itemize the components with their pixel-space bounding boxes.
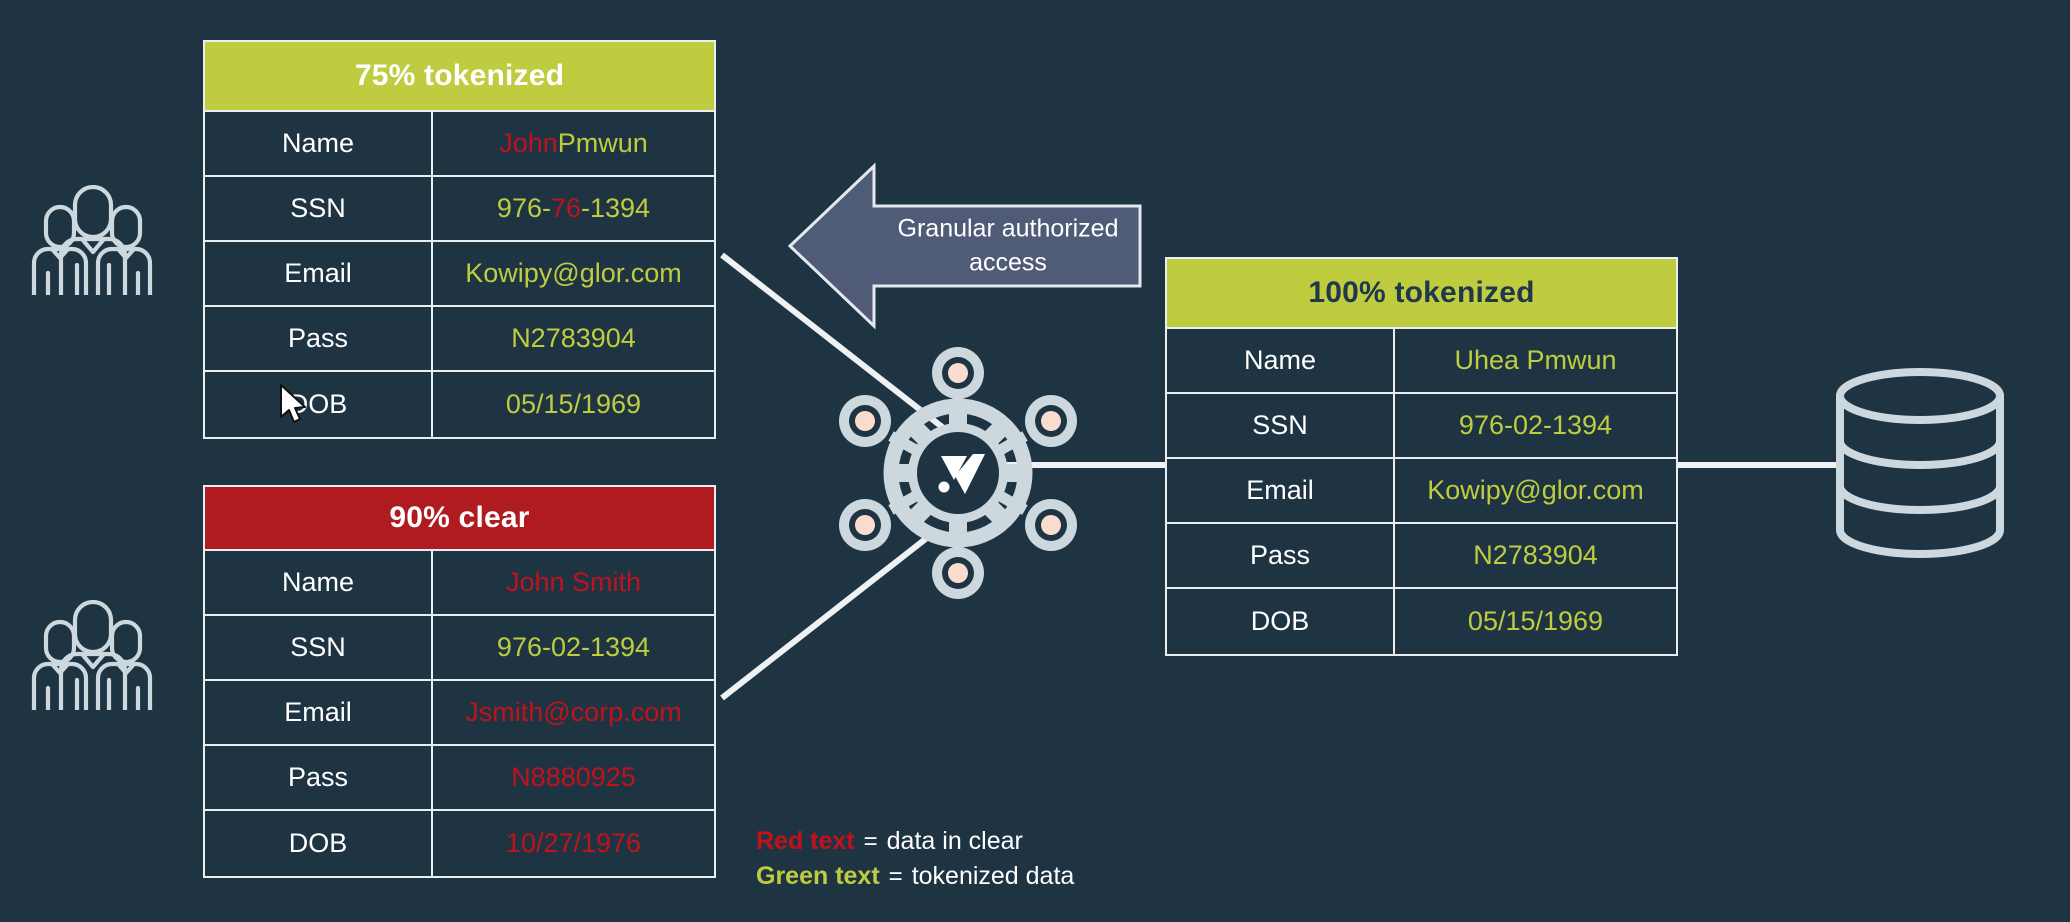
granular-access-arrow-text: Granular authorized access bbox=[786, 212, 1144, 280]
value-segment: Pmwun bbox=[557, 128, 648, 158]
granular-access-arrow-banner: Granular authorized access bbox=[786, 158, 1144, 334]
table-75-tokenized-body: Name John Pmwun SSN 976- 76 -1394 Email Ko… bbox=[203, 112, 716, 439]
table-row: Email Kowipy@glor.com bbox=[1167, 459, 1676, 524]
row-label: Name bbox=[1167, 329, 1395, 392]
connector-right-table-to-database bbox=[1678, 462, 1838, 468]
row-label: DOB bbox=[1167, 589, 1395, 654]
legend-equals: = bbox=[888, 863, 903, 890]
table-row: Email Jsmith@corp.com bbox=[205, 681, 714, 746]
table-100-tokenized-body: Name Uhea Pmwun SSN 976-02-1394 Email Ko… bbox=[1165, 329, 1678, 656]
legend-key-red: Red text bbox=[756, 827, 855, 855]
row-value: John Smith bbox=[505, 567, 642, 597]
table-row: Name John Smith bbox=[205, 551, 714, 616]
row-label: Name bbox=[205, 112, 433, 175]
row-label: DOB bbox=[205, 811, 433, 876]
row-value: N8880925 bbox=[511, 762, 636, 792]
row-value: 05/15/1969 bbox=[1467, 606, 1604, 636]
row-value: 05/15/1969 bbox=[505, 389, 642, 419]
table-row: DOB 05/15/1969 bbox=[1167, 589, 1676, 654]
table-90-clear-body: Name John Smith SSN 976-02-1394 Email Js… bbox=[203, 551, 716, 878]
table-row: Pass N2783904 bbox=[205, 307, 714, 372]
tokenization-hub-icon bbox=[813, 328, 1103, 618]
row-value: John Pmwun bbox=[433, 112, 714, 175]
color-legend: Red text = data in clear Green text = to… bbox=[756, 827, 1074, 897]
legend-desc-red: data in clear bbox=[886, 827, 1023, 855]
table-row: SSN 976- 76 -1394 bbox=[205, 177, 714, 242]
table-row: Pass N2783904 bbox=[1167, 524, 1676, 589]
table-row: SSN 976-02-1394 bbox=[205, 616, 714, 681]
row-value: N2783904 bbox=[511, 323, 636, 353]
value-segment: -1394 bbox=[581, 193, 651, 223]
table-100-tokenized: 100% tokenized Name Uhea Pmwun SSN 976-0… bbox=[1165, 257, 1678, 656]
diagram-canvas: 75% tokenized Name John Pmwun SSN 976- 76… bbox=[0, 0, 2070, 922]
value-segment: 976- bbox=[496, 193, 551, 223]
table-row: Email Kowipy@glor.com bbox=[205, 242, 714, 307]
people-group-icon-top bbox=[28, 184, 158, 298]
table-row: Pass N8880925 bbox=[205, 746, 714, 811]
row-label: SSN bbox=[205, 616, 433, 679]
row-value: Kowipy@glor.com bbox=[1427, 475, 1644, 505]
row-value: N2783904 bbox=[1473, 540, 1598, 570]
row-label: Email bbox=[205, 681, 433, 744]
row-value: 976- 76 -1394 bbox=[433, 177, 714, 240]
row-value: 976-02-1394 bbox=[1458, 410, 1613, 440]
legend-desc-green: tokenized data bbox=[911, 862, 1075, 890]
row-label: SSN bbox=[205, 177, 433, 240]
table-row: SSN 976-02-1394 bbox=[1167, 394, 1676, 459]
row-label: Name bbox=[205, 551, 433, 614]
table-75-tokenized: 75% tokenized Name John Pmwun SSN 976- 76… bbox=[203, 40, 716, 439]
table-row: Name John Pmwun bbox=[205, 112, 714, 177]
table-75-tokenized-header: 75% tokenized bbox=[203, 40, 716, 112]
database-cylinder-icon bbox=[1833, 368, 2008, 558]
row-label: DOB bbox=[205, 372, 433, 437]
people-group-icon-bottom bbox=[28, 599, 158, 713]
legend-key-green: Green text bbox=[756, 862, 880, 890]
table-100-tokenized-header: 100% tokenized bbox=[1165, 257, 1678, 329]
row-label: Email bbox=[1167, 459, 1395, 522]
row-value: 976-02-1394 bbox=[496, 632, 651, 662]
value-segment: John bbox=[499, 128, 558, 158]
row-value: Jsmith@corp.com bbox=[465, 697, 682, 727]
row-value: Uhea Pmwun bbox=[1454, 345, 1617, 375]
row-label: Pass bbox=[205, 307, 433, 370]
row-value: 10/27/1976 bbox=[505, 828, 642, 858]
row-label: Pass bbox=[1167, 524, 1395, 587]
legend-equals: = bbox=[863, 828, 878, 855]
table-90-clear-header: 90% clear bbox=[203, 485, 716, 551]
row-label: SSN bbox=[1167, 394, 1395, 457]
arrow-line-1: Granular authorized bbox=[897, 214, 1119, 243]
legend-row-red: Red text = data in clear bbox=[756, 827, 1074, 856]
table-row: Name Uhea Pmwun bbox=[1167, 329, 1676, 394]
row-label: Pass bbox=[205, 746, 433, 809]
table-row: DOB 10/27/1976 bbox=[205, 811, 714, 876]
table-row: DOB 05/15/1969 bbox=[205, 372, 714, 437]
legend-row-green: Green text = tokenized data bbox=[756, 862, 1074, 891]
table-90-clear: 90% clear Name John Smith SSN 976-02-139… bbox=[203, 485, 716, 878]
row-label: Email bbox=[205, 242, 433, 305]
arrow-line-2: access bbox=[969, 248, 1047, 276]
value-segment: 76 bbox=[550, 193, 582, 223]
row-value: Kowipy@glor.com bbox=[465, 258, 682, 288]
